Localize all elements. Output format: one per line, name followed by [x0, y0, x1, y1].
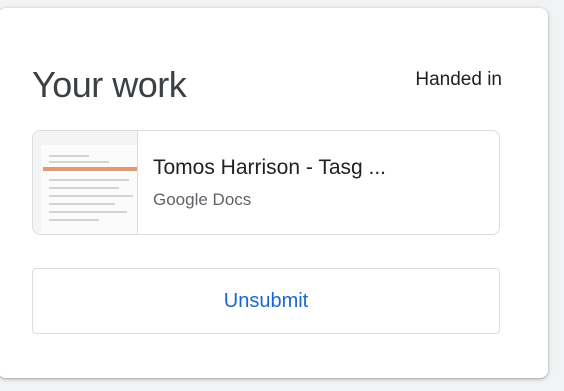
thumbnail-page [41, 145, 137, 234]
attachment-type: Google Docs [153, 190, 252, 209]
attachment-name: Tomos Harrison - Tasg ... [153, 156, 387, 179]
thumbnail-line [49, 219, 99, 221]
card-header: Your work Handed in [32, 60, 502, 110]
thumbnail-line [49, 155, 89, 157]
thumbnail-line [49, 211, 127, 213]
thumbnail-accent-bar [43, 167, 137, 171]
attachment-info: Tomos Harrison - Tasg ... Google Docs [153, 153, 483, 213]
status-label: Handed in [415, 69, 502, 90]
thumbnail-line [49, 203, 115, 205]
thumbnail-line [49, 161, 109, 163]
thumbnail-line [49, 187, 119, 189]
your-work-card: Your work Handed in Tomos Harrison - Tas… [0, 8, 548, 378]
thumbnail-line [49, 179, 129, 181]
document-thumbnail [33, 131, 138, 234]
attachment-card[interactable]: Tomos Harrison - Tasg ... Google Docs [32, 130, 500, 235]
unsubmit-button[interactable]: Unsubmit [32, 268, 500, 334]
card-title: Your work [32, 64, 187, 105]
thumbnail-line [49, 195, 133, 197]
